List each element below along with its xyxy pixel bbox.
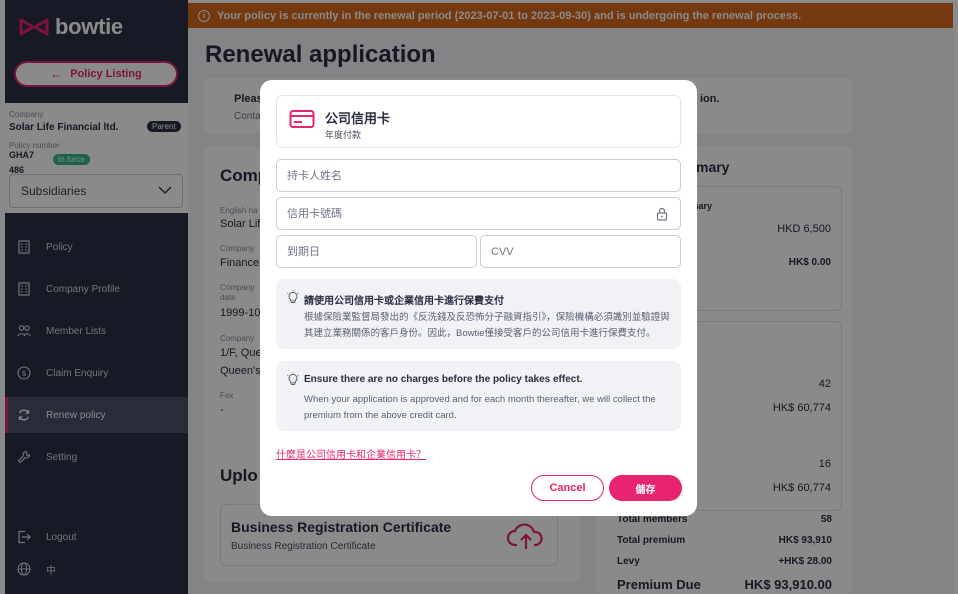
modal-subtitle: 年度付款 bbox=[325, 130, 362, 140]
notice-body: When your application is approved and fo… bbox=[304, 394, 656, 421]
cancel-button[interactable]: Cancel bbox=[531, 475, 604, 501]
notice-title: Ensure there are no charges before the p… bbox=[304, 374, 583, 385]
lightbulb-icon bbox=[287, 290, 299, 303]
card-number-input[interactable] bbox=[287, 207, 680, 220]
save-button[interactable]: 儲存 bbox=[609, 475, 682, 501]
cardholder-name-input[interactable] bbox=[287, 169, 680, 182]
notice-title: 請使用公司信用卡或企業信用卡進行保費支付 bbox=[304, 296, 504, 307]
card-number-field[interactable] bbox=[276, 197, 681, 230]
lock-icon bbox=[656, 207, 668, 221]
notice-no-charges: Ensure there are no charges before the p… bbox=[276, 361, 681, 431]
credit-card-modal: 公司信用卡 年度付款 請使用公司信用卡或企業信用卡進行保費支付 根據保險業監督局… bbox=[260, 80, 697, 516]
expiry-input[interactable] bbox=[287, 245, 476, 258]
lightbulb-icon bbox=[287, 372, 299, 385]
corporate-card-help-link[interactable]: 什麼是公司信用卡和企業信用卡？ bbox=[276, 446, 426, 461]
cardholder-name-field[interactable] bbox=[276, 159, 681, 192]
expiry-field[interactable] bbox=[276, 235, 477, 268]
notice-body: 根據保險業監督局發出的《反洗錢及反恐怖分子融資指引》，保險機構必須識別並驗證與其… bbox=[304, 312, 670, 339]
cvv-field[interactable] bbox=[480, 235, 681, 268]
notice-corporate-card: 請使用公司信用卡或企業信用卡進行保費支付 根據保險業監督局發出的《反洗錢及反恐怖… bbox=[276, 279, 681, 349]
payment-method-card: 公司信用卡 年度付款 bbox=[276, 95, 681, 148]
credit-card-icon bbox=[289, 110, 315, 128]
cvv-input[interactable] bbox=[491, 245, 680, 258]
modal-title: 公司信用卡 bbox=[325, 111, 391, 126]
